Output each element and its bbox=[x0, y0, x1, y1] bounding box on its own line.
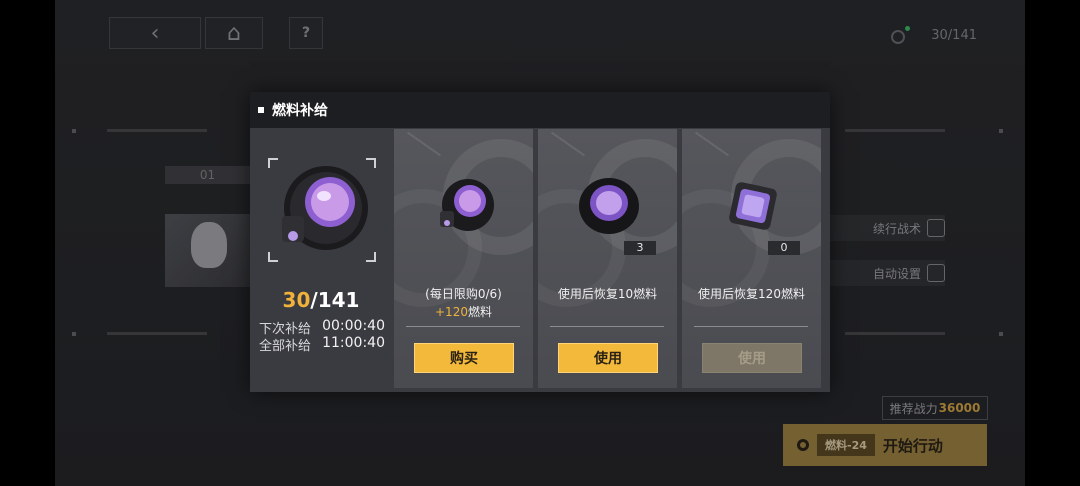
item-quantity: 3 bbox=[624, 241, 656, 255]
full-supply-time: 11:00:40 bbox=[322, 335, 385, 351]
card-divider bbox=[406, 326, 520, 327]
fuel-max: 141 bbox=[317, 288, 360, 312]
fuel-canister-image bbox=[576, 173, 642, 239]
fuel-bonus-unit: 燃料 bbox=[467, 305, 492, 319]
fuel-current: 30 bbox=[282, 288, 311, 312]
dialog-title: 燃料补给 bbox=[272, 103, 328, 119]
purchase-card: (每日限购0/6) +120燃料 购买 bbox=[394, 129, 533, 388]
purchase-description: (每日限购0/6) +120燃料 bbox=[394, 285, 533, 321]
small-fuel-tank-image bbox=[432, 173, 498, 239]
large-fuel-text: 使用后恢复120燃料 bbox=[698, 287, 805, 301]
card-divider bbox=[550, 326, 664, 327]
card-decoration bbox=[695, 131, 729, 157]
card-decoration bbox=[407, 131, 441, 157]
dialog-header: 燃料补给 bbox=[250, 92, 830, 128]
use-small-fuel-button[interactable]: 使用 bbox=[558, 343, 658, 373]
large-fuel-card: 0 使用后恢复120燃料 使用 bbox=[682, 129, 821, 388]
small-fuel-card: 3 使用后恢复10燃料 使用 bbox=[538, 129, 677, 388]
buy-button[interactable]: 购买 bbox=[414, 343, 514, 373]
fuel-crystal-image bbox=[720, 173, 786, 239]
purchase-limit-text: (每日限购0/6) bbox=[425, 287, 502, 301]
fuel-separator: / bbox=[310, 288, 318, 312]
card-divider bbox=[694, 326, 808, 327]
item-quantity: 0 bbox=[768, 241, 800, 255]
small-fuel-description: 使用后恢复10燃料 bbox=[538, 285, 677, 303]
full-supply-label: 全部补给 bbox=[259, 339, 312, 354]
fuel-bonus: +120 bbox=[435, 305, 468, 319]
fuel-tank-image bbox=[268, 158, 376, 262]
small-fuel-text: 使用后恢复10燃料 bbox=[557, 287, 658, 301]
title-marker-icon bbox=[258, 107, 264, 113]
fuel-supply-dialog: 燃料补给 30/141 下次补给 00:00:40 全部补给 11:00:40 … bbox=[250, 92, 830, 392]
fuel-count: 30/141 bbox=[250, 288, 392, 312]
card-decoration bbox=[551, 131, 585, 157]
use-large-fuel-button[interactable]: 使用 bbox=[702, 343, 802, 373]
fuel-status-panel: 30/141 下次补给 00:00:40 全部补给 11:00:40 bbox=[250, 128, 392, 392]
full-supply-row: 全部补给 11:00:40 bbox=[259, 335, 385, 354]
large-fuel-description: 使用后恢复120燃料 bbox=[682, 285, 821, 303]
